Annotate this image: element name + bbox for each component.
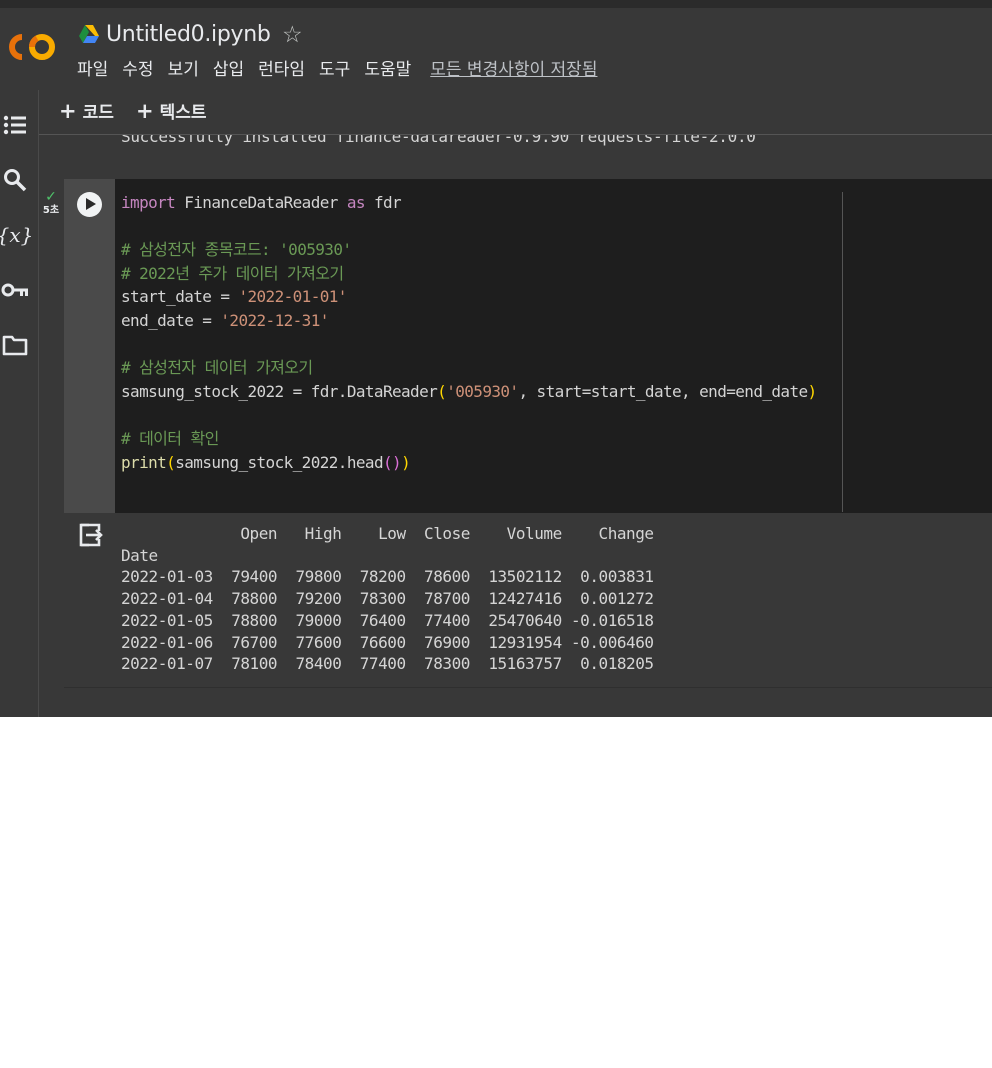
- table-row: 2022-01-05 78800 79000 76400 77400 25470…: [121, 610, 654, 630]
- execution-status: ✓ 5초: [39, 190, 63, 218]
- search-icon[interactable]: [0, 166, 30, 194]
- colab-logo[interactable]: [6, 30, 58, 64]
- star-icon[interactable]: ☆: [282, 20, 303, 50]
- run-cell-button[interactable]: [77, 192, 102, 217]
- cell-gutter: [64, 179, 115, 513]
- code-line[interactable]: [121, 215, 817, 239]
- menu-insert[interactable]: 삽입: [213, 58, 244, 82]
- code-line[interactable]: [121, 403, 817, 427]
- folder-icon[interactable]: [0, 331, 30, 359]
- code-line[interactable]: # 2022년 주가 데이터 가져오기: [121, 262, 817, 286]
- colab-app: Untitled0.ipynb ☆ 파일 수정 보기 삽입 런타임 도구 도움말…: [0, 0, 992, 717]
- code-cell[interactable]: import FinanceDataReader as fdr # 삼성전자 종…: [64, 179, 992, 688]
- code-line[interactable]: import FinanceDataReader as fdr: [121, 191, 817, 215]
- variables-icon[interactable]: {x}: [0, 221, 33, 249]
- code-line[interactable]: [121, 333, 817, 357]
- code-line[interactable]: # 삼성전자 종목코드: '005930': [121, 238, 817, 262]
- menu-bar: 파일 수정 보기 삽입 런타임 도구 도움말 모든 변경사항이 저장됨: [77, 58, 597, 82]
- table-row: 2022-01-07 78100 78400 77400 78300 15163…: [121, 654, 654, 674]
- google-drive-icon[interactable]: [78, 24, 100, 44]
- code-editor[interactable]: import FinanceDataReader as fdr # 삼성전자 종…: [115, 179, 992, 513]
- menu-view[interactable]: 보기: [168, 58, 199, 82]
- notebook-toolbar: + 코드 + 텍스트: [39, 90, 992, 135]
- menu-edit[interactable]: 수정: [122, 58, 153, 82]
- code-line[interactable]: samsung_stock_2022 = fdr.DataReader('005…: [121, 380, 817, 404]
- code-line[interactable]: start_date = '2022-01-01': [121, 285, 817, 309]
- code-text[interactable]: import FinanceDataReader as fdr # 삼성전자 종…: [121, 191, 817, 474]
- top-strip: [0, 0, 992, 8]
- menu-tools[interactable]: 도구: [319, 58, 350, 82]
- notebook-title[interactable]: Untitled0.ipynb: [106, 20, 271, 50]
- editor-ruler: [842, 192, 843, 512]
- check-icon: ✓: [45, 189, 57, 205]
- saved-status-link[interactable]: 모든 변경사항이 저장됨: [430, 58, 597, 82]
- previous-cell-output: Successfully installed finance-datareade…: [39, 135, 992, 179]
- dataframe-output: Open High Low Close Volume Change Date 202…: [121, 523, 654, 675]
- menu-file[interactable]: 파일: [77, 58, 108, 82]
- install-output-text: Successfully installed finance-datareade…: [121, 135, 756, 146]
- menu-help[interactable]: 도움말: [364, 58, 411, 82]
- table-row: 2022-01-03 79400 79800 78200 78600 13502…: [121, 567, 654, 587]
- table-row: 2022-01-04 78800 79200 78300 78700 12427…: [121, 589, 654, 609]
- add-text-button[interactable]: + 텍스트: [136, 98, 207, 126]
- table-index-name: Date: [121, 545, 158, 565]
- cell-output: Open High Low Close Volume Change Date 202…: [64, 513, 992, 688]
- code-line[interactable]: end_date = '2022-12-31': [121, 309, 817, 333]
- plus-icon: +: [59, 99, 77, 123]
- code-line[interactable]: print(samsung_stock_2022.head()): [121, 451, 817, 475]
- add-code-button[interactable]: + 코드: [59, 98, 114, 126]
- execution-time: 5초: [42, 205, 60, 216]
- plus-icon: +: [136, 99, 154, 123]
- table-header: Open High Low Close Volume Change: [121, 524, 654, 543]
- key-icon[interactable]: [0, 276, 30, 304]
- output-actions-icon[interactable]: [77, 522, 103, 548]
- header: Untitled0.ipynb ☆ 파일 수정 보기 삽입 런타임 도구 도움말…: [0, 8, 992, 91]
- code-line[interactable]: # 데이터 확인: [121, 427, 817, 451]
- code-line[interactable]: # 삼성전자 데이터 가져오기: [121, 356, 817, 380]
- table-row: 2022-01-06 76700 77600 76600 76900 12931…: [121, 632, 654, 652]
- menu-runtime[interactable]: 런타임: [258, 58, 305, 82]
- sidebar: {x}: [0, 90, 39, 717]
- table-of-contents-icon[interactable]: [0, 111, 30, 139]
